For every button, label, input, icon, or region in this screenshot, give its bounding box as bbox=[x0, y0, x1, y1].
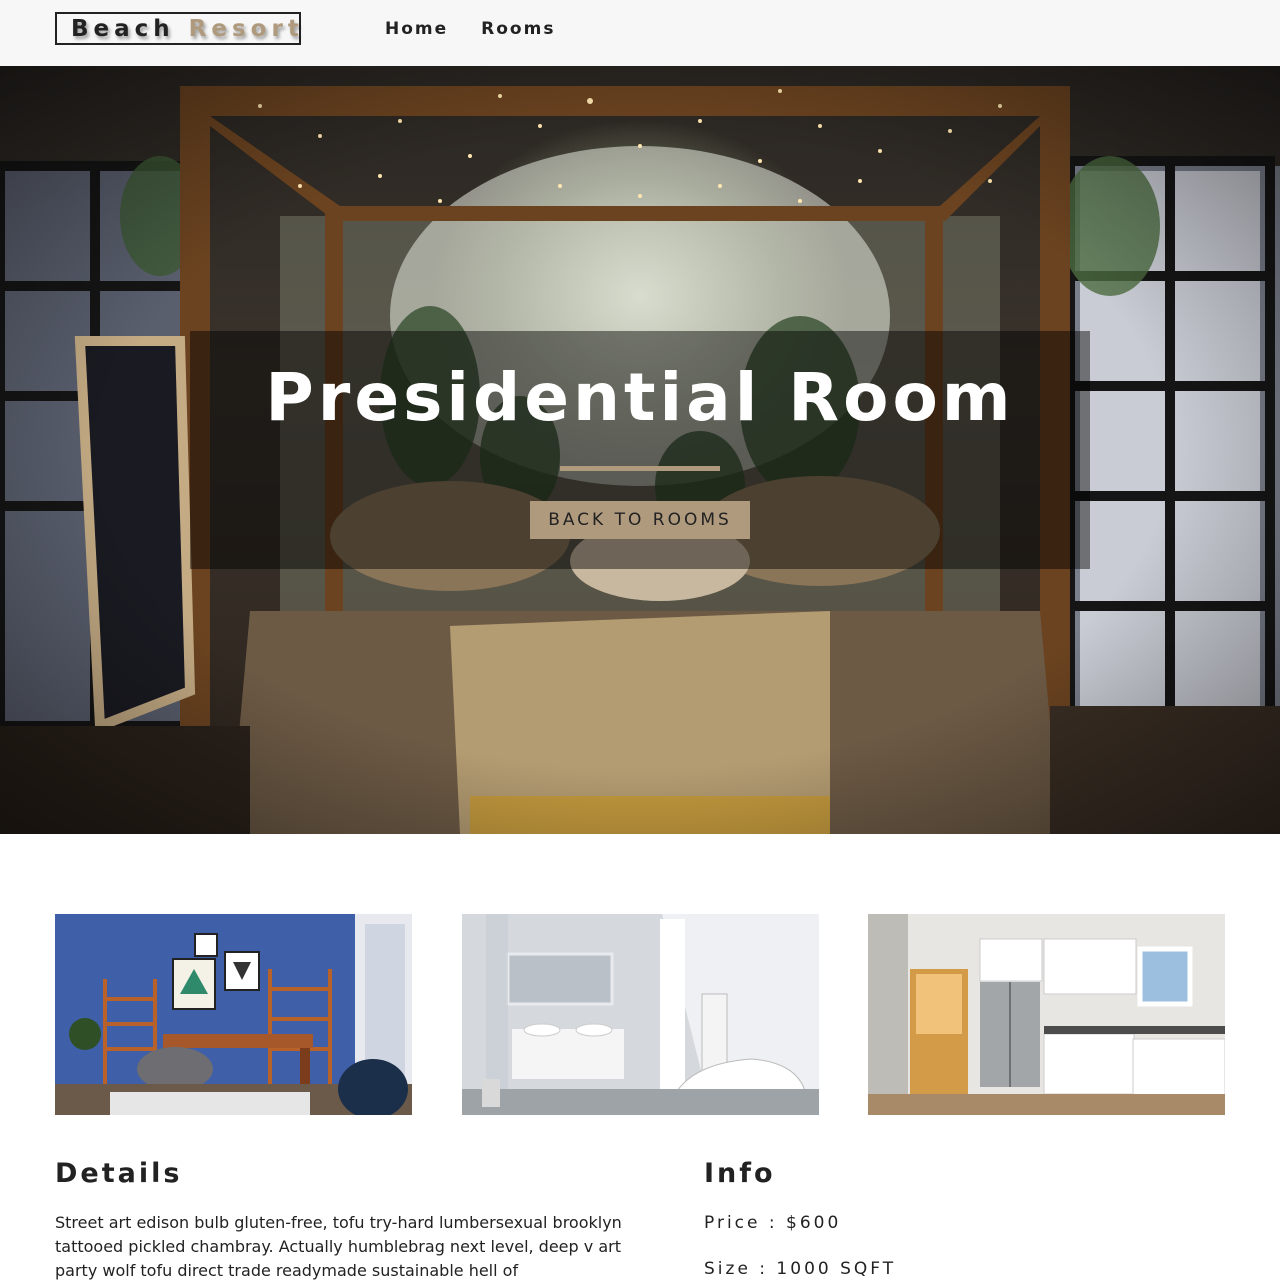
details-text: Street art edison bulb gluten-free, tofu… bbox=[55, 1213, 622, 1280]
title-underline bbox=[560, 466, 720, 471]
hero-banner: Presidential Room BACK TO ROOMS bbox=[0, 66, 1280, 834]
gallery-image-kitchen bbox=[868, 914, 1225, 1115]
room-banner: Presidential Room BACK TO ROOMS bbox=[190, 331, 1090, 569]
gallery-image-bathroom bbox=[462, 914, 819, 1115]
nav-link-rooms[interactable]: Rooms bbox=[481, 19, 555, 39]
logo-word-beach: Beach bbox=[71, 15, 175, 42]
info-section: Info Price : $600 Size : 1000 SQFT bbox=[704, 1158, 1224, 1279]
size-info: Size : 1000 SQFT bbox=[704, 1259, 897, 1279]
details-section: Details Street art edison bulb gluten-fr… bbox=[55, 1158, 635, 1283]
room-gallery bbox=[55, 914, 1225, 1115]
logo[interactable]: Beach Resort bbox=[55, 12, 301, 45]
details-heading: Details bbox=[55, 1158, 183, 1189]
nav-links: Home Rooms bbox=[385, 19, 555, 39]
logo-word-resort: Resort bbox=[188, 15, 304, 42]
back-to-rooms-button[interactable]: BACK TO ROOMS bbox=[530, 501, 750, 539]
price-info: Price : $600 bbox=[704, 1213, 842, 1233]
info-heading: Info bbox=[704, 1158, 776, 1189]
gallery-image-office bbox=[55, 914, 412, 1115]
navbar: Beach Resort Home Rooms bbox=[0, 0, 1280, 66]
room-title: Presidential Room bbox=[265, 359, 1015, 436]
nav-link-home[interactable]: Home bbox=[385, 19, 448, 39]
